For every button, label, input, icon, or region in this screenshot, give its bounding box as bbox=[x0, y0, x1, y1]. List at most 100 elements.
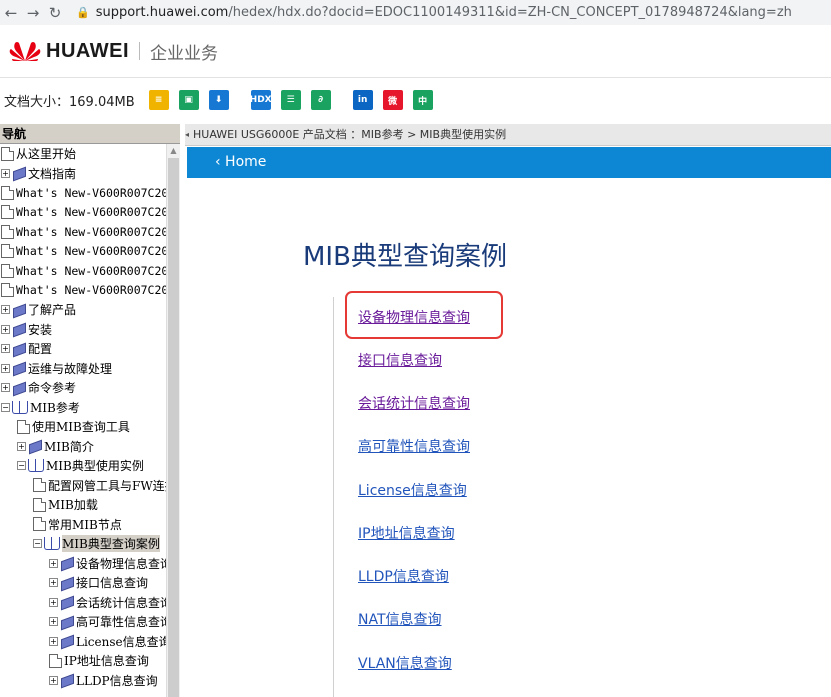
nav-tree: 从这里开始 + 文档指南 What's New-V600R007C20S What's … bbox=[0, 144, 166, 697]
book-icon bbox=[60, 674, 74, 686]
expand-icon[interactable]: + bbox=[49, 578, 58, 588]
nav-item[interactable]: What's New-V600R007C20S bbox=[0, 261, 166, 281]
linkedin-icon[interactable]: in bbox=[352, 90, 373, 110]
nav-item[interactable]: What's New-V600R007C20S bbox=[0, 222, 166, 242]
nav-item[interactable]: + 高可靠性信息查询 bbox=[0, 612, 166, 632]
topic-link[interactable]: IP地址信息查询 bbox=[358, 523, 455, 543]
nav-item[interactable]: + MIB简介 bbox=[0, 437, 166, 457]
page-icon bbox=[1, 263, 14, 278]
nav-item-label: 常用MIB节点 bbox=[48, 517, 122, 532]
collapse-icon[interactable]: − bbox=[17, 461, 26, 471]
nav-item[interactable]: + License信息查询 bbox=[0, 632, 166, 652]
expand-icon[interactable]: + bbox=[49, 636, 58, 646]
page-icon bbox=[33, 517, 46, 532]
topic-link[interactable]: 会话统计信息查询 bbox=[358, 393, 470, 413]
brand-bar: HUAWEI 企业业务 bbox=[0, 25, 831, 77]
huawei-logo-icon[interactable] bbox=[8, 40, 42, 62]
book-icon bbox=[60, 596, 74, 608]
url-field[interactable]: support.huawei.com/hedex/hdx.do?docid=ED… bbox=[96, 5, 792, 20]
nav-item[interactable]: What's New-V600R007C20S bbox=[0, 203, 166, 223]
nav-item[interactable]: + 命令参考 bbox=[0, 378, 166, 398]
expand-icon[interactable]: + bbox=[1, 305, 10, 315]
expand-icon[interactable]: + bbox=[49, 675, 58, 685]
doc-toolbar: 文档大小：169.04MB ≡ ▣ ⬇ HDX ☰ ∂ in 微中 bbox=[0, 80, 831, 120]
nav-item-label: MIB加载 bbox=[48, 498, 98, 513]
nav-item[interactable]: + 配置 bbox=[0, 339, 166, 359]
nav-item[interactable]: MIB加载 bbox=[0, 495, 166, 515]
nav-item-label: MIB典型查询案例 bbox=[62, 535, 160, 553]
reload-icon[interactable]: ↻ bbox=[44, 4, 66, 22]
scroll-up-icon[interactable]: ▲ bbox=[167, 144, 180, 158]
nav-item[interactable]: + 设备物理信息查询 bbox=[0, 554, 166, 574]
expand-icon[interactable]: + bbox=[1, 344, 10, 354]
back-icon[interactable]: ← bbox=[0, 4, 22, 22]
nav-item[interactable]: − MIB典型查询案例 bbox=[0, 534, 166, 554]
topic-link[interactable]: 接口信息查询 bbox=[358, 350, 442, 370]
nav-item-label: License信息查询 bbox=[76, 634, 166, 649]
nav-item[interactable]: What's New-V600R007C20S bbox=[0, 183, 166, 203]
nav-item[interactable]: IP地址信息查询 bbox=[0, 651, 166, 671]
topic-link[interactable]: 高可靠性信息查询 bbox=[358, 436, 470, 456]
collapse-icon[interactable]: − bbox=[1, 402, 10, 412]
nav-item[interactable]: What's New-V600R007C20 bbox=[0, 281, 166, 301]
nav-item[interactable]: 配置网管工具与FW连接 bbox=[0, 476, 166, 496]
book-icon bbox=[12, 167, 26, 179]
nav-item-label: IP地址信息查询 bbox=[64, 654, 149, 669]
page-icon bbox=[1, 205, 14, 220]
download-icon[interactable]: ⬇ bbox=[208, 90, 229, 110]
topic-link[interactable]: LLDP信息查询 bbox=[358, 566, 449, 586]
nav-item[interactable]: − MIB参考 bbox=[0, 398, 166, 418]
book-icon bbox=[60, 557, 74, 569]
expand-icon[interactable]: + bbox=[1, 383, 10, 393]
nav-item-label: 从这里开始 bbox=[16, 147, 77, 162]
nav-item[interactable]: 常用MIB节点 bbox=[0, 515, 166, 535]
topic-link[interactable]: License信息查询 bbox=[358, 480, 467, 500]
nav-item[interactable]: + 会话统计信息查询 bbox=[0, 593, 166, 613]
link-icon[interactable]: ∂ bbox=[310, 90, 331, 110]
chm-icon[interactable]: ≡ bbox=[148, 90, 169, 110]
weibo-icon[interactable]: 微 bbox=[382, 90, 403, 110]
topic-link[interactable]: VLAN信息查询 bbox=[358, 653, 452, 673]
nav-item-label: 配置网管工具与FW连接 bbox=[48, 478, 166, 493]
page-icon bbox=[33, 478, 46, 493]
expand-icon[interactable]: + bbox=[1, 168, 10, 178]
nav-item[interactable]: 使用MIB查询工具 bbox=[0, 417, 166, 437]
nav-item-label: MIB简介 bbox=[44, 439, 94, 454]
divider bbox=[0, 77, 831, 78]
print-icon[interactable]: ▣ bbox=[178, 90, 199, 110]
scroll-thumb[interactable] bbox=[168, 158, 179, 697]
nav-item[interactable]: + 运维与故障处理 bbox=[0, 359, 166, 379]
home-link[interactable]: ‹ Home bbox=[215, 154, 266, 170]
page-icon bbox=[1, 224, 14, 239]
expand-icon[interactable]: + bbox=[1, 324, 10, 334]
expand-icon[interactable]: + bbox=[17, 441, 26, 451]
book-icon bbox=[12, 382, 26, 394]
breadcrumb-text[interactable]: HUAWEI USG6000E 产品文档 ：MIB参考 > MIB典型使用实例 bbox=[193, 128, 506, 141]
collapse-icon[interactable]: − bbox=[33, 539, 42, 549]
nav-header: 导航 bbox=[0, 124, 180, 144]
expand-icon[interactable]: + bbox=[49, 617, 58, 627]
hdx-icon[interactable]: HDX bbox=[250, 90, 272, 110]
topic-link[interactable]: NAT信息查询 bbox=[358, 609, 442, 629]
book-icon bbox=[12, 323, 26, 335]
nav-item[interactable]: + 接口信息查询 bbox=[0, 573, 166, 593]
feedback-icon[interactable]: ☰ bbox=[280, 90, 301, 110]
nav-item[interactable]: 从这里开始 bbox=[0, 144, 166, 164]
nav-scrollbar[interactable]: ▲ bbox=[166, 144, 180, 697]
expand-icon[interactable]: + bbox=[49, 558, 58, 568]
nav-item[interactable]: − MIB典型使用实例 bbox=[0, 456, 166, 476]
nav-item[interactable]: + LLDP信息查询 bbox=[0, 671, 166, 691]
language-icon[interactable]: 中 bbox=[412, 90, 433, 110]
lock-icon[interactable]: 🔒 bbox=[76, 6, 90, 19]
nav-item[interactable]: + 文档指南 bbox=[0, 164, 166, 184]
nav-item[interactable]: + 了解产品 bbox=[0, 300, 166, 320]
brand-subtitle[interactable]: 企业业务 bbox=[150, 39, 218, 64]
collapse-nav-icon[interactable]: ◂ bbox=[185, 124, 189, 146]
expand-icon[interactable]: + bbox=[49, 597, 58, 607]
expand-icon[interactable]: + bbox=[1, 363, 10, 373]
nav-item[interactable]: What's New-V600R007C20S bbox=[0, 242, 166, 262]
nav-item[interactable]: + 安装 bbox=[0, 320, 166, 340]
forward-icon[interactable]: → bbox=[22, 4, 44, 22]
highlight-box bbox=[345, 291, 503, 339]
page-icon bbox=[1, 244, 14, 259]
